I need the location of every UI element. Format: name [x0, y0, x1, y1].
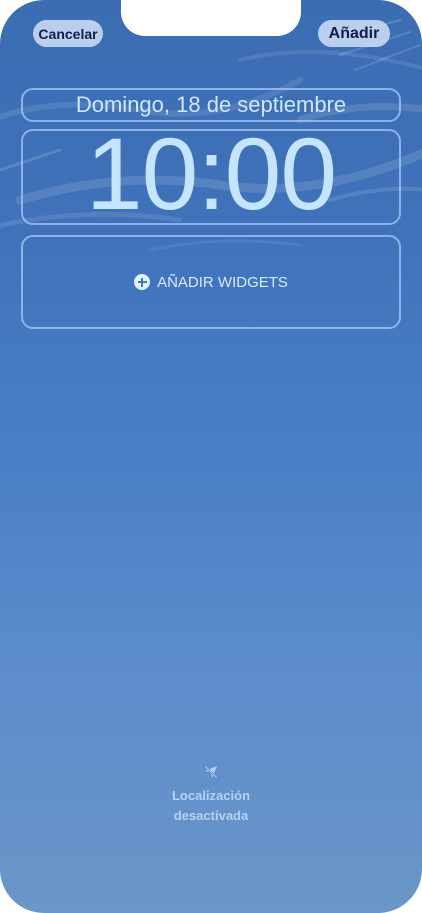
lock-screen-editor: Cancelar Añadir Domingo, 18 de septiembr… — [0, 0, 422, 913]
clock-time: 10:00 — [85, 116, 337, 231]
cancel-button[interactable]: Cancelar — [33, 20, 103, 47]
location-status-line2: desactivada — [173, 808, 249, 823]
plus-circle-icon — [134, 274, 151, 290]
location-off-icon — [203, 764, 219, 780]
device-notch — [121, 0, 301, 36]
add-button[interactable]: Añadir — [318, 20, 390, 47]
add-widgets-button[interactable]: AÑADIR WIDGETS — [23, 237, 399, 327]
clock-frame[interactable]: 10:00 — [21, 117, 401, 231]
add-widgets-label: AÑADIR WIDGETS — [157, 273, 288, 291]
location-status: Localización desactivada — [111, 764, 311, 826]
location-status-line1: Localización — [171, 788, 251, 803]
widgets-frame[interactable]: AÑADIR WIDGETS — [21, 235, 401, 329]
